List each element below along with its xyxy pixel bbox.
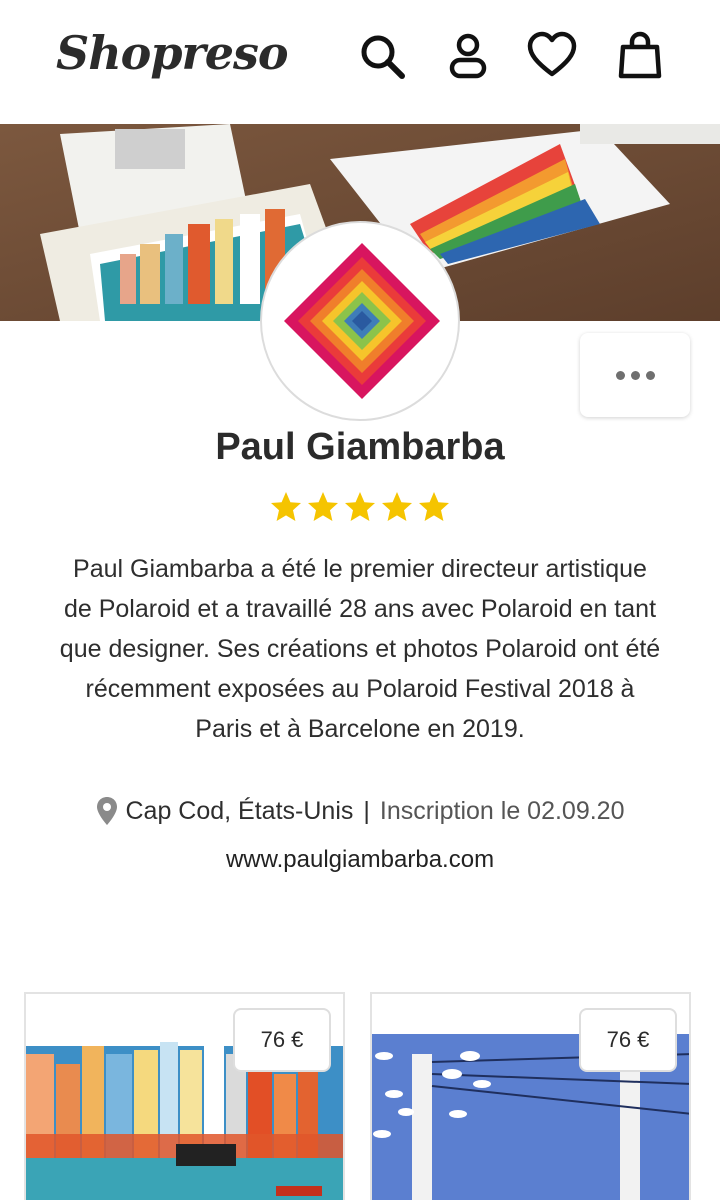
star-icon [382,492,412,521]
heart-icon[interactable] [526,30,578,82]
rating-stars [0,490,720,524]
product-card[interactable]: 76 € [370,992,691,1200]
profile-bio: Paul Giambarba a été le premier directeu… [59,555,661,743]
more-dot-icon [645,370,655,380]
meta-separator: | [363,796,370,825]
profile-meta: Cap Cod, États-Unis | Inscription le 02.… [0,796,720,826]
product-card[interactable]: 76 € [24,992,345,1200]
product-price-badge: 76 € [233,1008,331,1072]
search-icon[interactable] [356,30,408,82]
product-price-badge: 76 € [579,1008,677,1072]
star-icon [419,492,449,521]
star-icon [271,492,301,521]
more-options-button[interactable] [580,333,690,417]
profile-join-date: Inscription le 02.09.20 [379,796,625,825]
user-icon[interactable] [442,30,494,82]
bag-icon[interactable] [614,30,666,82]
profile-location: Cap Cod, États-Unis [125,796,354,825]
profile-name: Paul Giambarba [215,426,505,468]
shop-logo[interactable]: Shopreso [56,26,289,80]
more-dot-icon [615,370,625,380]
top-bar: Shopreso [0,0,720,124]
more-dot-icon [630,370,640,380]
profile-website-link[interactable]: www.paulgiambarba.com [0,846,720,874]
star-icon [308,492,338,521]
profile-avatar [260,221,460,421]
location-pin-icon [96,797,117,825]
star-icon [345,492,375,521]
